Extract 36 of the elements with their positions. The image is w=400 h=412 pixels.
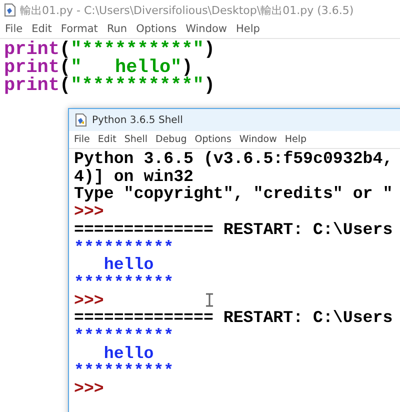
program-output-line: **********: [74, 327, 174, 345]
program-output-line: hello: [102, 256, 154, 274]
text-cursor-icon: [206, 293, 213, 307]
shell-output-line: 4)] on win32: [74, 168, 194, 186]
menu-item[interactable]: Options: [194, 134, 232, 145]
menu-item[interactable]: Run: [106, 23, 128, 35]
menu-item[interactable]: Window: [239, 134, 277, 145]
window-title: Python 3.6.5 Shell: [92, 114, 183, 126]
menu-item[interactable]: Help: [236, 23, 260, 35]
code-line: print(" hello"): [4, 59, 193, 77]
shell-prompt: >>>: [74, 380, 104, 398]
code-line: print("**********"): [4, 77, 216, 95]
program-output-line: **********: [74, 238, 174, 256]
menu-item[interactable]: Help: [284, 134, 307, 145]
menu-item[interactable]: Shell: [124, 134, 148, 145]
menu-item[interactable]: Edit: [98, 134, 116, 145]
code-line: print("**********"): [4, 41, 216, 59]
program-output-line: hello: [102, 344, 154, 362]
menu-item[interactable]: File: [5, 23, 23, 35]
menu-item[interactable]: Edit: [32, 23, 52, 35]
program-output-line: **********: [74, 274, 174, 292]
python-file-icon: [4, 3, 16, 17]
shell-output-line: ============== RESTART: C:\Users: [74, 220, 393, 239]
menu-item[interactable]: Format: [60, 23, 98, 35]
menu-item[interactable]: Options: [136, 23, 177, 35]
shell-output-line: Python 3.6.5 (v3.6.5:f59c0932b4,: [74, 150, 393, 168]
python-shell-icon: [75, 113, 87, 127]
window-title: 輸出01.py - C:\Users\Diversifolious\Desktop\輸出01.py (3.6.5): [20, 2, 354, 18]
menu-item[interactable]: Debug: [156, 134, 187, 145]
shell-prompt: >>>: [74, 203, 104, 221]
shell-prompt: >>>: [74, 292, 104, 310]
shell-output-line: Type "copyright", "credits" or ": [74, 185, 393, 204]
menu-item[interactable]: File: [74, 134, 90, 145]
program-output-line: **********: [74, 362, 174, 380]
shell-output-line: ============== RESTART: C:\Users: [74, 309, 393, 328]
menu-item[interactable]: Window: [186, 23, 227, 35]
